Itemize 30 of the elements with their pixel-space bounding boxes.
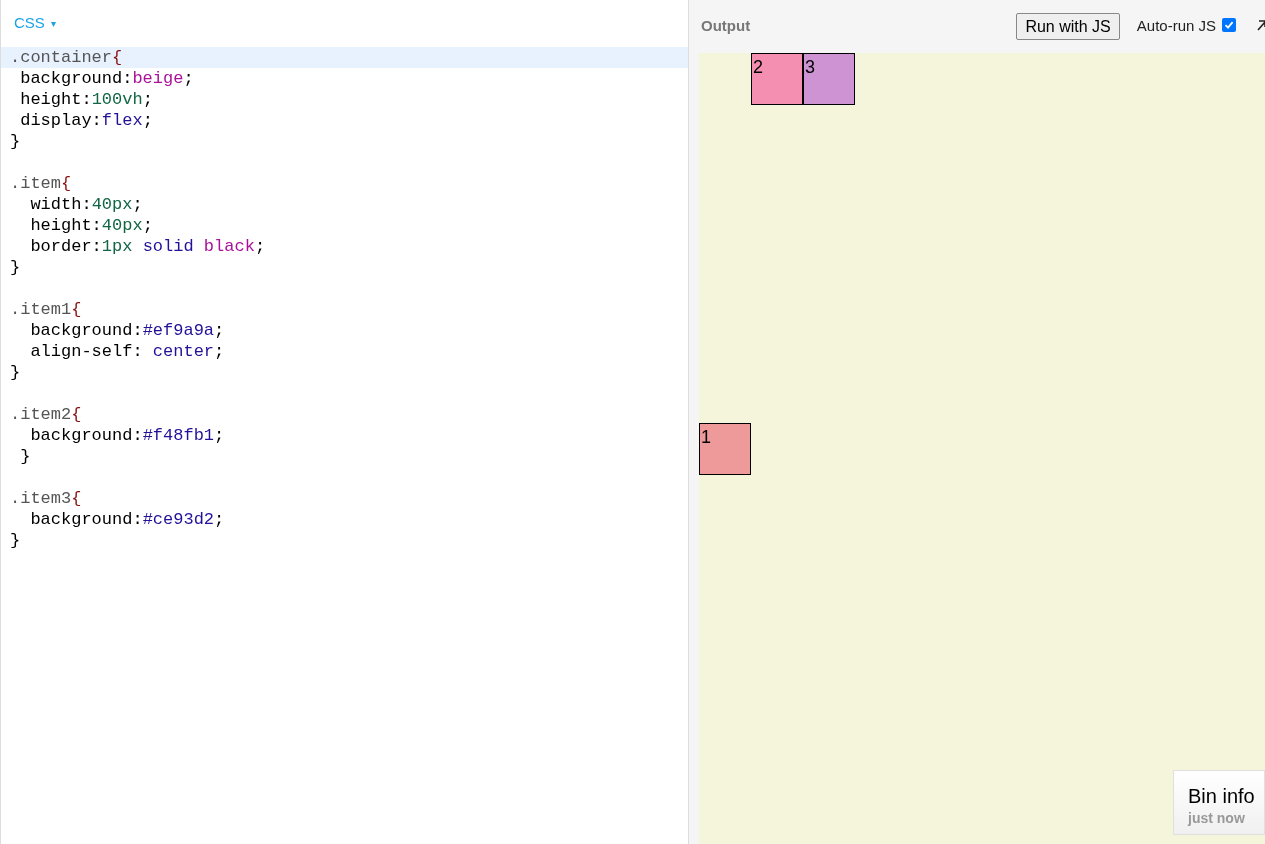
code-line: background:#f48fb1; [29,425,226,446]
auto-run-checkbox[interactable] [1222,17,1236,32]
code-line: .item1{ [9,299,83,320]
bin-info-time: just now [1188,809,1246,828]
flex-item: 1 [699,422,751,475]
code-line: } [9,362,22,383]
code-line: } [9,131,22,152]
code-line: } [9,530,22,551]
auto-run-label: Auto-run JS [1136,16,1216,37]
code-line: background:#ef9a9a; [29,320,226,341]
code-line: height:40px; [29,215,154,236]
expand-arrow-icon[interactable] [1256,17,1265,32]
bin-info-title: Bin info [1188,784,1256,808]
code-line: background:beige; [19,68,195,89]
code-line: display:flex; [19,110,154,131]
output-title: Output [700,16,751,37]
code-line: .item2{ [9,404,83,425]
bin-info-card[interactable]: Bin info just now [1173,770,1265,835]
code-line: .item{ [9,173,73,194]
code-line: .item3{ [9,488,83,509]
flex-item: 2 [751,53,803,105]
code-line: } [19,446,32,467]
code-line: background:#ce93d2; [29,509,226,530]
code-line: width:40px; [29,194,144,215]
code-line: border:1px solid black; [29,236,267,257]
code-line: align-self: center; [29,341,226,362]
code-line: } [9,257,22,278]
run-button[interactable]: Run with JS [1016,13,1120,40]
flex-item: 3 [803,53,855,105]
code-line: height:100vh; [19,89,154,110]
